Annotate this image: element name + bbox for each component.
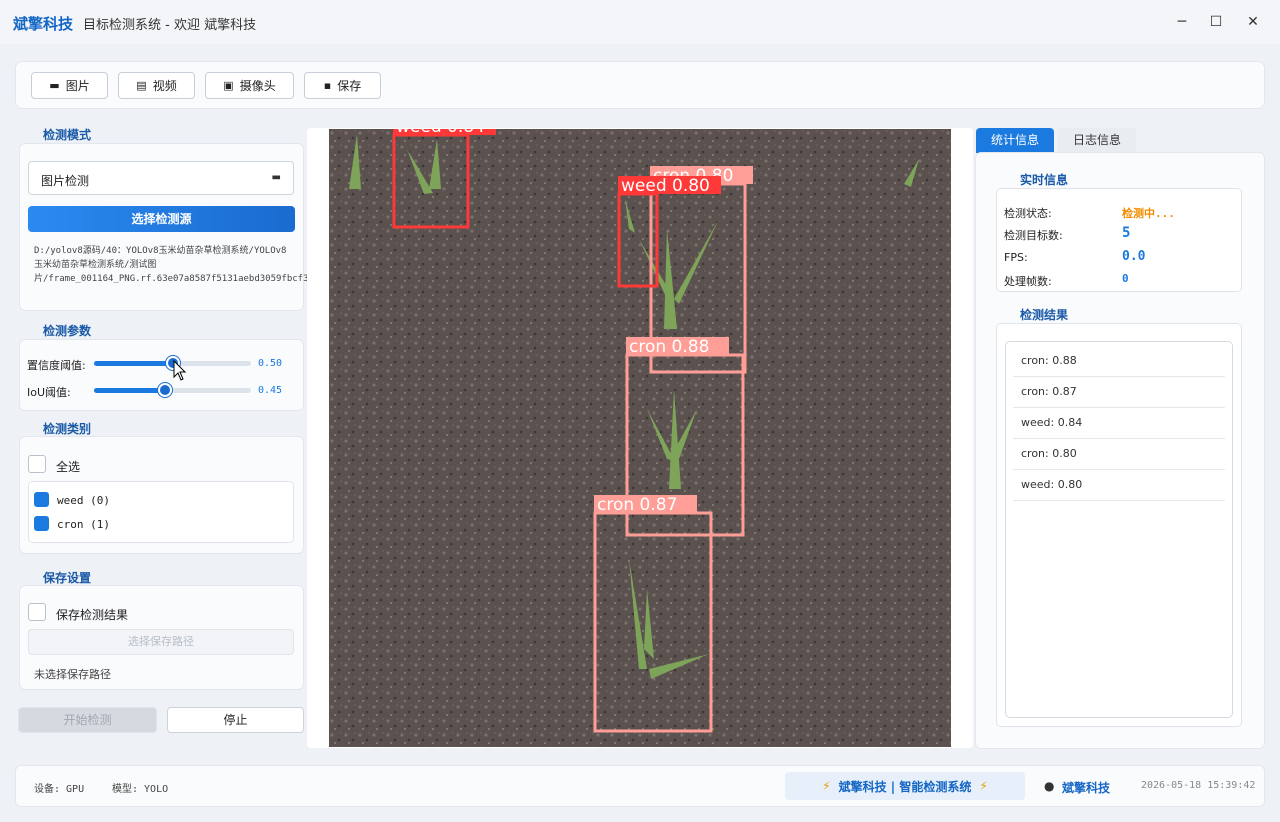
- image-button[interactable]: ▬ 图片: [31, 72, 108, 99]
- status-value: 检测中...: [1122, 207, 1175, 220]
- save-path-status: 未选择保存路径: [34, 668, 111, 681]
- mouse-cursor-icon: [173, 360, 187, 381]
- camera-button[interactable]: ▣ 摄像头: [205, 72, 294, 99]
- iou-slider-handle[interactable]: [157, 383, 172, 397]
- results-section-title: 检测结果: [1020, 308, 1069, 322]
- save-section-title: 保存设置: [43, 571, 92, 585]
- user-icon: ●: [1044, 779, 1055, 793]
- select-save-path-button[interactable]: 选择保存路径: [28, 629, 294, 655]
- frames-value: 0: [1122, 272, 1129, 285]
- detection-canvas: weed 0.84cron 0.80weed 0.80cron 0.88cron…: [329, 129, 951, 747]
- select-all-label: 全选: [56, 460, 81, 474]
- tab-statistics[interactable]: 统计信息: [976, 128, 1054, 153]
- class-cron-label: cron (1): [57, 518, 110, 531]
- image-button-label: 图片: [65, 79, 90, 93]
- close-button[interactable]: ✕: [1243, 12, 1263, 32]
- device-info: 设备: GPU: [34, 784, 85, 795]
- fps-value: 0.0: [1122, 249, 1146, 264]
- minimize-button[interactable]: ─: [1172, 12, 1192, 32]
- video-icon: ▤: [136, 79, 147, 92]
- detection-label: weed 0.84: [396, 129, 485, 137]
- conf-value: 0.50: [258, 358, 283, 369]
- camera-icon: ▣: [223, 79, 234, 92]
- camera-button-label: 摄像头: [239, 79, 276, 93]
- class-list: [28, 481, 294, 543]
- select-all-checkbox[interactable]: [28, 455, 46, 473]
- start-detect-button[interactable]: 开始检测: [18, 707, 157, 733]
- result-item[interactable]: weed: 0.80: [1013, 470, 1225, 501]
- result-item[interactable]: weed: 0.84: [1013, 408, 1225, 439]
- source-path: D:/yolov8源码/40：YOLOv8玉米幼苗杂草检测系统/YOLOv8玉米…: [34, 246, 352, 284]
- class-cron-checkbox[interactable]: [34, 516, 49, 531]
- select-source-button[interactable]: 选择检测源: [28, 206, 295, 232]
- lightning-icon: ⚡: [822, 779, 831, 793]
- count-value: 5: [1122, 225, 1131, 241]
- title-bar: 斌擎科技 目标检测系统 - 欢迎 斌擎科技 ─ ☐ ✕: [0, 0, 1280, 44]
- window-title: 目标检测系统 - 欢迎 斌擎科技: [83, 18, 257, 33]
- count-label: 检测目标数:: [1004, 229, 1063, 242]
- video-button-label: 视频: [152, 79, 177, 93]
- detection-label: weed 0.80: [621, 176, 710, 196]
- save-icon: ▪: [323, 79, 332, 92]
- save-result-label: 保存检测结果: [56, 608, 129, 622]
- image-icon: ▬: [49, 79, 60, 92]
- mode-select[interactable]: 图片检测 ▬: [28, 161, 294, 195]
- toolbar: ▬ 图片 ▤ 视频 ▣ 摄像头 ▪ 保存: [16, 62, 1264, 108]
- save-button-label: 保存: [337, 79, 362, 93]
- maximize-button[interactable]: ☐: [1206, 12, 1226, 32]
- save-button[interactable]: ▪ 保存: [304, 72, 381, 99]
- iou-value: 0.45: [258, 385, 283, 396]
- banner-text: 斌擎科技 | 智能检测系统: [838, 779, 972, 794]
- result-item[interactable]: cron: 0.87: [1013, 377, 1225, 408]
- iou-slider-fill: [94, 388, 165, 393]
- dropdown-arrow-icon: ▬: [271, 172, 281, 183]
- detection-label: cron 0.88: [629, 337, 709, 357]
- save-result-checkbox[interactable]: [28, 603, 46, 621]
- tab-log[interactable]: 日志信息: [1058, 128, 1136, 153]
- fps-label: FPS:: [1004, 251, 1028, 264]
- status-label: 检测状态:: [1004, 207, 1052, 220]
- realtime-section-title: 实时信息: [1020, 173, 1069, 187]
- iou-label: IoU阈值:: [27, 386, 71, 399]
- iou-slider[interactable]: [94, 383, 251, 397]
- user-name: 斌擎科技: [1062, 781, 1111, 795]
- conf-slider-fill: [94, 361, 173, 366]
- result-item[interactable]: cron: 0.88: [1013, 346, 1225, 377]
- class-section-title: 检测类别: [43, 422, 92, 436]
- class-weed-label: weed (0): [57, 494, 110, 507]
- datetime: 2026-05-18 15:39:42: [1141, 780, 1256, 791]
- mode-section-title: 检测模式: [43, 128, 92, 142]
- frames-label: 处理帧数:: [1004, 275, 1052, 288]
- params-section-title: 检测参数: [43, 324, 92, 338]
- lightning-icon: ⚡: [979, 779, 988, 793]
- result-item[interactable]: cron: 0.80: [1013, 439, 1225, 470]
- brand-banner: ⚡ 斌擎科技 | 智能检测系统 ⚡: [785, 772, 1025, 800]
- model-info: 模型: YOLO: [112, 784, 169, 795]
- mode-select-value: 图片检测: [41, 174, 90, 188]
- video-button[interactable]: ▤ 视频: [118, 72, 195, 99]
- app-brand: 斌擎科技: [13, 15, 74, 33]
- class-weed-checkbox[interactable]: [34, 492, 49, 507]
- detection-image: weed 0.84cron 0.80weed 0.80cron 0.88cron…: [329, 129, 951, 747]
- stop-button[interactable]: 停止: [167, 707, 304, 733]
- conf-label: 置信度阈值:: [27, 359, 86, 372]
- detection-label: cron 0.87: [597, 495, 677, 515]
